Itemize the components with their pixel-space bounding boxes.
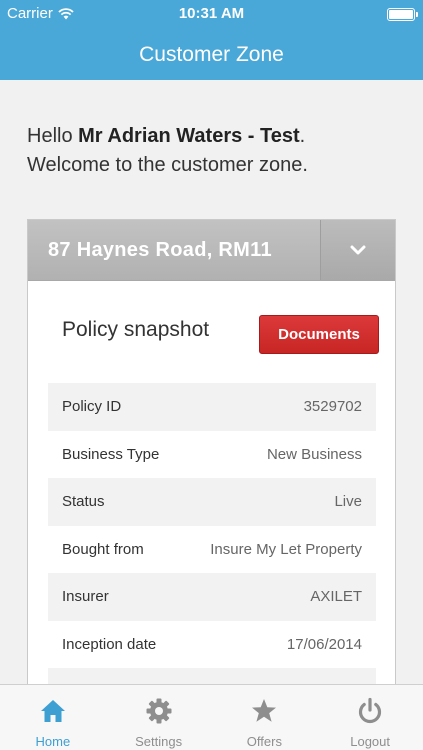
- status-bar: Carrier 10:31 AM: [0, 0, 423, 30]
- detail-row-inception-date: Inception date 17/06/2014: [48, 621, 376, 669]
- customer-name: Mr Adrian Waters - Test: [78, 125, 300, 147]
- tab-label: Settings: [135, 734, 183, 749]
- detail-row-business-type: Business Type New Business: [48, 431, 376, 479]
- home-icon: [40, 700, 65, 722]
- tab-label: Offers: [246, 734, 282, 749]
- detail-label: Policy ID: [62, 398, 122, 416]
- detail-value: 17/06/2014: [286, 635, 362, 653]
- detail-label: Bought from: [62, 540, 144, 558]
- property-dropdown-button[interactable]: [320, 220, 395, 280]
- star-icon: [252, 699, 277, 722]
- policy-card: 87 Haynes Road, RM11 Policy snapshot Doc…: [27, 219, 396, 689]
- power-icon: [359, 697, 382, 724]
- greeting: Hello Mr Adrian Waters - Test. Welcome t…: [27, 122, 407, 180]
- detail-label: Status: [62, 493, 105, 511]
- tab-bar: Home Settings Offers Logout: [0, 684, 423, 750]
- battery-icon: [387, 8, 418, 21]
- chevron-down-icon: [350, 245, 366, 255]
- detail-row-status: Status Live: [48, 478, 376, 526]
- snapshot-title: Policy snapshot: [62, 318, 210, 341]
- property-address: 87 Haynes Road, RM11: [48, 239, 272, 261]
- gear-icon: [146, 698, 172, 724]
- tab-offers[interactable]: Offers: [212, 685, 318, 750]
- tab-label: Logout: [350, 734, 390, 749]
- detail-value: New Business: [266, 445, 362, 463]
- detail-row-insurer: Insurer AXILET: [48, 573, 376, 621]
- page-title: Customer Zone: [139, 43, 284, 66]
- detail-value: Live: [334, 493, 362, 511]
- tab-home[interactable]: Home: [0, 685, 106, 750]
- tab-logout[interactable]: Logout: [317, 685, 423, 750]
- detail-row-policy-id: Policy ID 3529702: [48, 383, 376, 431]
- greeting-hello: Hello: [27, 125, 79, 147]
- welcome-text: Welcome to the customer zone.: [27, 154, 308, 176]
- detail-row-bought-from: Bought from Insure My Let Property: [48, 526, 376, 574]
- detail-value: AXILET: [310, 588, 362, 606]
- documents-button[interactable]: Documents: [259, 315, 379, 354]
- detail-label: Inception date: [62, 635, 157, 653]
- clock: 10:31 AM: [178, 5, 245, 22]
- nav-bar: Customer Zone: [0, 30, 423, 80]
- detail-value: Insure My Let Property: [210, 540, 362, 558]
- policy-details-list: Policy ID 3529702 Business Type New Busi…: [48, 383, 376, 688]
- detail-label: Business Type: [62, 445, 160, 463]
- property-selector[interactable]: 87 Haynes Road, RM11: [28, 220, 395, 281]
- detail-label: Insurer: [62, 588, 109, 606]
- tab-settings[interactable]: Settings: [106, 685, 212, 750]
- tab-label: Home: [35, 734, 71, 749]
- detail-value: 3529702: [303, 398, 362, 416]
- greeting-period: .: [299, 125, 306, 147]
- greeting-line: Hello Mr Adrian Waters - Test.: [27, 122, 407, 151]
